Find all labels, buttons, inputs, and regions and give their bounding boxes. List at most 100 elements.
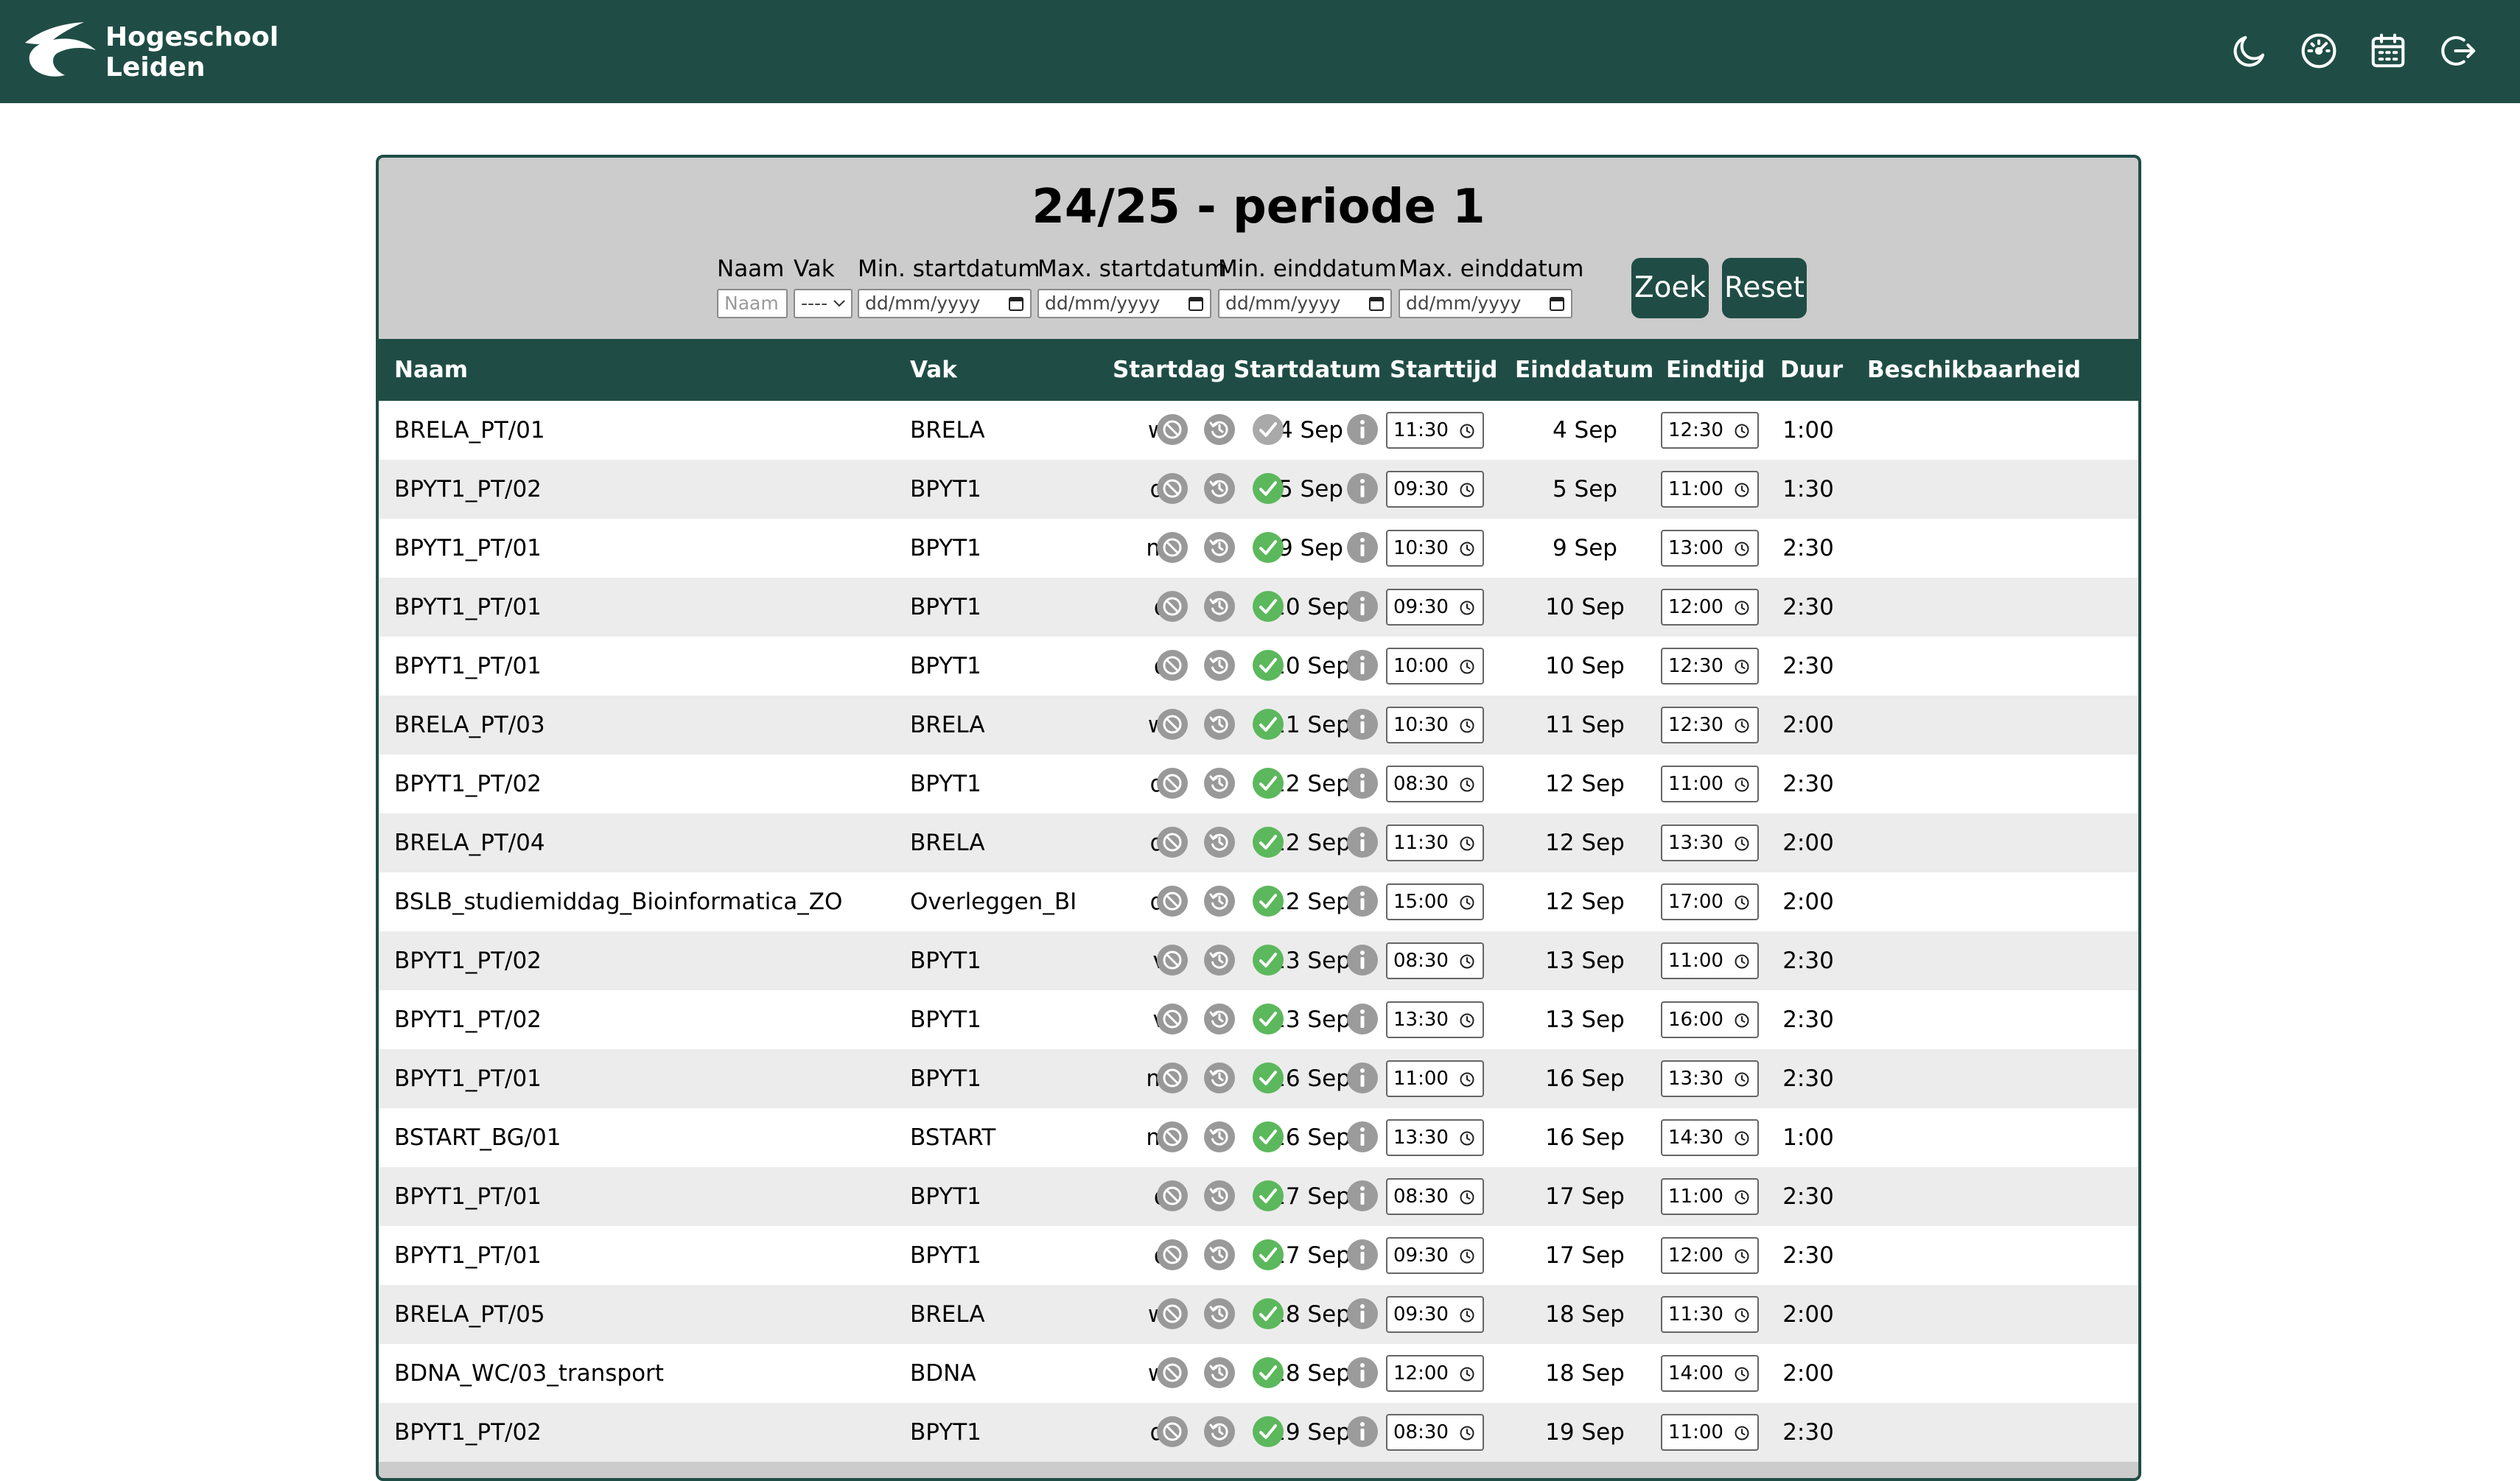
unavailable-icon[interactable] [1155, 1356, 1189, 1390]
maybe-available-icon[interactable] [1203, 472, 1236, 505]
available-check-icon[interactable] [1251, 707, 1285, 741]
info-icon[interactable] [1345, 1415, 1379, 1449]
unavailable-icon[interactable] [1155, 825, 1189, 859]
search-button[interactable]: Zoek [1631, 258, 1709, 318]
clock-icon[interactable] [1459, 1071, 1475, 1088]
clock-icon[interactable] [1734, 659, 1750, 675]
logout-icon[interactable] [2439, 31, 2479, 71]
clock-icon[interactable] [1734, 1366, 1750, 1382]
eindtijd-input[interactable]: 13:30 [1661, 1060, 1759, 1097]
info-icon[interactable] [1345, 766, 1379, 800]
clock-icon[interactable] [1734, 1248, 1750, 1264]
clock-icon[interactable] [1459, 541, 1475, 557]
unavailable-icon[interactable] [1155, 413, 1189, 447]
clock-icon[interactable] [1459, 423, 1475, 439]
maybe-available-icon[interactable] [1203, 1120, 1236, 1154]
clock-icon[interactable] [1459, 1425, 1475, 1441]
maybe-available-icon[interactable] [1203, 884, 1236, 918]
maybe-available-icon[interactable] [1203, 1179, 1236, 1213]
starttijd-input[interactable]: 11:30 [1386, 824, 1484, 861]
available-check-icon[interactable] [1251, 1120, 1285, 1154]
info-icon[interactable] [1345, 1356, 1379, 1390]
maybe-available-icon[interactable] [1203, 1002, 1236, 1036]
available-check-icon[interactable] [1251, 1179, 1285, 1213]
maybe-available-icon[interactable] [1203, 531, 1236, 564]
eindtijd-input[interactable]: 11:00 [1661, 766, 1759, 802]
info-icon[interactable] [1345, 943, 1379, 977]
clock-icon[interactable] [1734, 482, 1750, 498]
table-row[interactable]: BSLB_studiemiddag_Bioinformatica_ZO Overl… [379, 872, 2138, 931]
starttijd-input[interactable]: 12:00 [1386, 1355, 1484, 1392]
table-row[interactable]: BPYT1_PT/01BPYT1di17 Sep09:3017 Sep12:00… [379, 1226, 2138, 1285]
starttijd-input[interactable]: 13:30 [1386, 1119, 1484, 1156]
available-check-icon[interactable] [1251, 1415, 1285, 1449]
dashboard-icon[interactable] [2299, 31, 2339, 71]
eindtijd-input[interactable]: 11:00 [1661, 471, 1759, 508]
clock-icon[interactable] [1459, 1130, 1475, 1146]
filter-min-einddatum-input[interactable]: dd/mm/yyyy [1218, 289, 1392, 318]
starttijd-input[interactable]: 15:00 [1386, 883, 1484, 920]
maybe-available-icon[interactable] [1203, 943, 1236, 977]
clock-icon[interactable] [1734, 777, 1750, 793]
clock-icon[interactable] [1459, 836, 1475, 852]
available-check-icon[interactable] [1251, 1002, 1285, 1036]
eindtijd-input[interactable]: 14:00 [1661, 1355, 1759, 1392]
starttijd-input[interactable]: 09:30 [1386, 1296, 1484, 1333]
maybe-available-icon[interactable] [1203, 648, 1236, 682]
table-row[interactable]: BSTART_BG/01BSTARTma16 Sep13:3016 Sep14:… [379, 1108, 2138, 1167]
table-row[interactable]: BPYT1_PT/01BPYT1di10 Sep09:3010 Sep12:00… [379, 578, 2138, 637]
filter-min-startdatum-input[interactable]: dd/mm/yyyy [858, 289, 1032, 318]
starttijd-input[interactable]: 08:30 [1386, 766, 1484, 802]
unavailable-icon[interactable] [1155, 707, 1189, 741]
clock-icon[interactable] [1459, 1189, 1475, 1205]
clock-icon[interactable] [1734, 1189, 1750, 1205]
starttijd-input[interactable]: 10:00 [1386, 648, 1484, 685]
eindtijd-input[interactable]: 16:00 [1661, 1001, 1759, 1038]
unavailable-icon[interactable] [1155, 1061, 1189, 1095]
maybe-available-icon[interactable] [1203, 1415, 1236, 1449]
eindtijd-input[interactable]: 13:00 [1661, 530, 1759, 567]
column-header-beschikbaarheid[interactable]: Beschikbaarheid [1867, 339, 2081, 401]
maybe-available-icon[interactable] [1203, 1061, 1236, 1095]
available-check-icon[interactable] [1251, 884, 1285, 918]
starttijd-input[interactable]: 08:30 [1386, 1178, 1484, 1215]
clock-icon[interactable] [1734, 718, 1750, 734]
clock-icon[interactable] [1459, 777, 1475, 793]
available-check-icon[interactable] [1251, 648, 1285, 682]
info-icon[interactable] [1345, 1238, 1379, 1272]
clock-icon[interactable] [1459, 1248, 1475, 1264]
hogeschool-logo-icon[interactable] [24, 21, 97, 81]
table-row[interactable]: BPYT1_PT/01BPYT1di10 Sep10:0010 Sep12:30… [379, 637, 2138, 696]
available-check-icon[interactable] [1251, 825, 1285, 859]
available-check-icon[interactable] [1251, 943, 1285, 977]
clock-icon[interactable] [1459, 1012, 1475, 1029]
info-icon[interactable] [1345, 1061, 1379, 1095]
available-check-icon[interactable] [1251, 1238, 1285, 1272]
starttijd-input[interactable]: 13:30 [1386, 1001, 1484, 1038]
table-row[interactable]: BPYT1_PT/01BPYT1ma9 Sep10:309 Sep13:002:… [379, 519, 2138, 578]
info-icon[interactable] [1345, 707, 1379, 741]
info-icon[interactable] [1345, 589, 1379, 623]
eindtijd-input[interactable]: 11:00 [1661, 1414, 1759, 1451]
clock-icon[interactable] [1734, 1307, 1750, 1323]
clock-icon[interactable] [1734, 953, 1750, 970]
column-header-startdag[interactable]: Startdag [1113, 339, 1225, 401]
eindtijd-input[interactable]: 14:30 [1661, 1119, 1759, 1156]
available-check-icon[interactable] [1251, 766, 1285, 800]
unavailable-icon[interactable] [1155, 1297, 1189, 1331]
column-header-vak[interactable]: Vak [910, 339, 957, 401]
starttijd-input[interactable]: 09:30 [1386, 471, 1484, 508]
calendar-icon[interactable] [2368, 31, 2408, 71]
unavailable-icon[interactable] [1155, 1002, 1189, 1036]
clock-icon[interactable] [1734, 1012, 1750, 1029]
unavailable-icon[interactable] [1155, 648, 1189, 682]
eindtijd-input[interactable]: 12:30 [1661, 707, 1759, 743]
starttijd-input[interactable]: 08:30 [1386, 1414, 1484, 1451]
eindtijd-input[interactable]: 13:30 [1661, 824, 1759, 861]
available-check-icon[interactable] [1251, 472, 1285, 505]
filter-max-einddatum-input[interactable]: dd/mm/yyyy [1399, 289, 1572, 318]
eindtijd-input[interactable]: 11:00 [1661, 942, 1759, 979]
table-row[interactable]: BPYT1_PT/02BPYT1do19 Sep08:3019 Sep11:00… [379, 1403, 2138, 1462]
calendar-picker-icon[interactable] [1368, 295, 1385, 312]
clock-icon[interactable] [1459, 1307, 1475, 1323]
